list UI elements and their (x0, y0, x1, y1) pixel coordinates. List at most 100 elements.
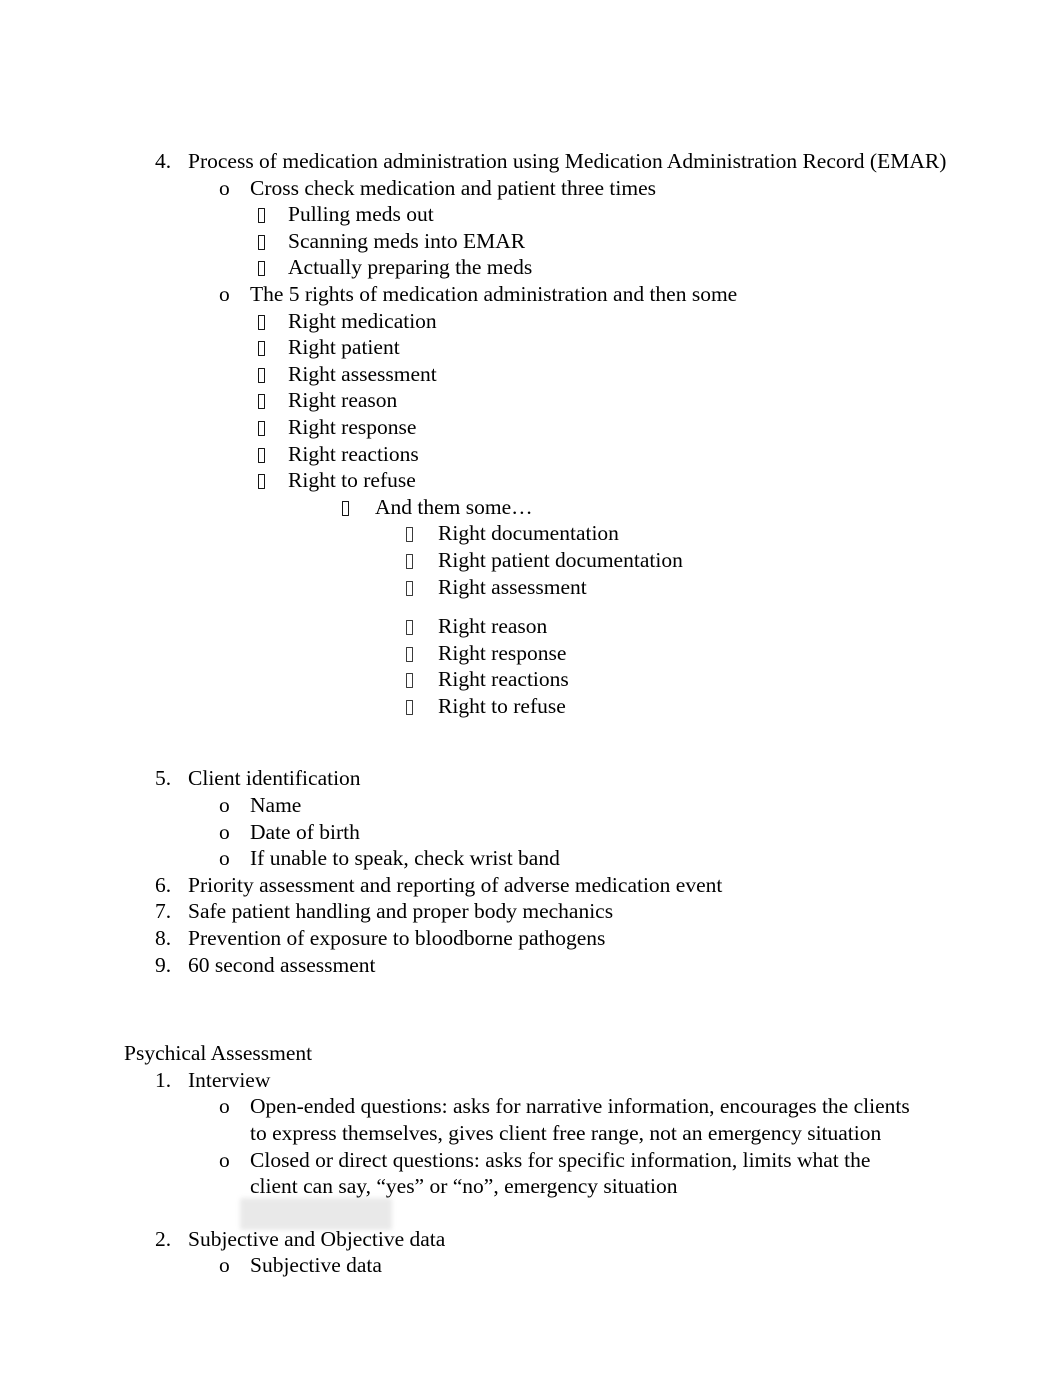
list-item-text: Right reactions (438, 667, 569, 692)
list-marker-circle: o (219, 175, 230, 200)
list-item-text: Right reactions (288, 441, 419, 466)
bullet-box-icon (258, 254, 286, 281)
list-item-text: Subjective data (250, 1253, 382, 1278)
list-item-cross-check: o Cross check medication and patient thr… (0, 175, 1062, 202)
list-item-wrist-band: o If unable to speak, check wrist band (0, 845, 1062, 872)
list-item-right-patient: Right patient (0, 334, 1062, 361)
list-marker-number: 2. (155, 1226, 172, 1251)
list-item-preparing-meds: Actually preparing the meds (0, 254, 1062, 281)
bullet-box-icon (258, 467, 286, 494)
list-item-5: 5. Client identification (0, 765, 1062, 792)
list-item-text: Right assessment (288, 361, 437, 386)
bullet-box-icon (406, 547, 434, 574)
list-item-text: Subjective and Objective data (188, 1226, 446, 1251)
list-item-text: Right to refuse (438, 693, 566, 718)
bullet-box-icon (406, 520, 434, 547)
list-item-text: Cross check medication and patient three… (250, 175, 656, 200)
bullet-box-icon (406, 640, 434, 667)
list-item-text: Right response (438, 640, 567, 665)
list-item-text: Right reason (438, 614, 548, 639)
list-item-text: Right response (288, 414, 417, 439)
list-item-text: Right to refuse (288, 468, 416, 493)
list-item-pulling-meds: Pulling meds out (0, 201, 1062, 228)
bullet-box-icon (258, 334, 286, 361)
list-item-name: o Name (0, 792, 1062, 819)
list-item-text: Scanning meds into EMAR (288, 228, 526, 253)
list-item-text: Right patient documentation (438, 547, 683, 572)
list-item-text: The 5 rights of medication administratio… (250, 281, 738, 306)
list-item-right-reason-2: Right reason (0, 613, 1062, 640)
list-item-subjective-data: o Subjective data (0, 1252, 1062, 1279)
list-marker-number: 5. (155, 766, 172, 791)
list-item-8: 8. Prevention of exposure to bloodborne … (0, 925, 1062, 952)
list-item-text: Actually preparing the meds (288, 255, 533, 280)
list-item-and-them-some: And them some… (0, 494, 1062, 521)
list-marker-circle: o (219, 846, 230, 871)
section-heading: Psychical Assessment (0, 1040, 1062, 1067)
list-item-text: Prevention of exposure to bloodborne pat… (188, 926, 606, 951)
list-item-text: Right documentation (438, 521, 619, 546)
list-item-closed-questions: o Closed or direct questions: asks for s… (0, 1147, 1062, 1200)
list-item-right-reactions: Right reactions (0, 441, 1062, 468)
list-item-right-reason: Right reason (0, 387, 1062, 414)
list-item-date-of-birth: o Date of birth (0, 819, 1062, 846)
list-item-text: Right medication (288, 308, 437, 333)
list-item-text: Name (250, 793, 302, 818)
list-item-text: Right reason (288, 388, 398, 413)
list-marker-circle: o (219, 819, 230, 844)
bullet-box-icon (406, 574, 434, 601)
list-item-text: Process of medication administration usi… (188, 149, 947, 173)
list-item-text: Closed or direct questions: asks for spe… (250, 1147, 871, 1199)
bullet-box-icon (406, 613, 434, 640)
list-item-9: 9. 60 second assessment (0, 952, 1062, 979)
list-marker-number: 6. (155, 872, 172, 897)
bullet-box-icon (258, 441, 286, 468)
list-item-text: Right assessment (438, 574, 587, 599)
list-item-right-documentation: Right documentation (0, 520, 1062, 547)
list-item-scanning-meds: Scanning meds into EMAR (0, 228, 1062, 255)
list-item-text: Safe patient handling and proper body me… (188, 899, 614, 924)
list-item-open-ended-questions: o Open-ended questions: asks for narrati… (0, 1093, 1062, 1146)
list-marker-number: 1. (155, 1067, 172, 1092)
list-item-text: Right patient (288, 335, 400, 360)
list-item-text: Priority assessment and reporting of adv… (188, 872, 723, 897)
list-marker-number: 7. (155, 899, 172, 924)
list-item-text: Date of birth (250, 819, 360, 844)
list-item-7: 7. Safe patient handling and proper body… (0, 898, 1062, 925)
bullet-box-icon (258, 414, 286, 441)
section-heading-text: Psychical Assessment (124, 1041, 313, 1066)
list-item-right-reactions-2: Right reactions (0, 666, 1062, 693)
list-item-right-patient-documentation: Right patient documentation (0, 547, 1062, 574)
list-item-subjective-objective: 2. Subjective and Objective data (0, 1226, 1062, 1253)
list-item-text: And them some… (375, 494, 533, 519)
list-item-5-rights: o The 5 rights of medication administrat… (0, 281, 1062, 308)
list-item-right-assessment: Right assessment (0, 361, 1062, 388)
list-item-text: 60 second assessment (188, 952, 376, 977)
list-item-right-medication: Right medication (0, 308, 1062, 335)
list-item-text: Interview (188, 1067, 271, 1092)
list-marker-number: 8. (155, 926, 172, 951)
bullet-box-icon (406, 666, 434, 693)
list-item-4: 4. Process of medication administration … (0, 148, 1062, 175)
list-item-right-response: Right response (0, 414, 1062, 441)
list-item-right-to-refuse: Right to refuse (0, 467, 1062, 494)
list-marker-number: 4. (155, 149, 172, 173)
document-page: 4. Process of medication administration … (0, 0, 1062, 1376)
list-marker-circle: o (219, 281, 230, 306)
list-marker-circle: o (219, 1094, 230, 1119)
bullet-box-icon (258, 201, 286, 228)
document-body: 4. Process of medication administration … (0, 148, 1062, 1279)
list-marker-circle: o (219, 793, 230, 818)
list-marker-number: 9. (155, 952, 172, 977)
list-marker-circle: o (219, 1147, 230, 1172)
list-item-text: Pulling meds out (288, 202, 434, 227)
bullet-box-icon (258, 308, 286, 335)
list-item-text: Client identification (188, 766, 361, 791)
bullet-box-icon (258, 387, 286, 414)
bullet-box-icon (258, 361, 286, 388)
list-marker-circle: o (219, 1253, 230, 1278)
